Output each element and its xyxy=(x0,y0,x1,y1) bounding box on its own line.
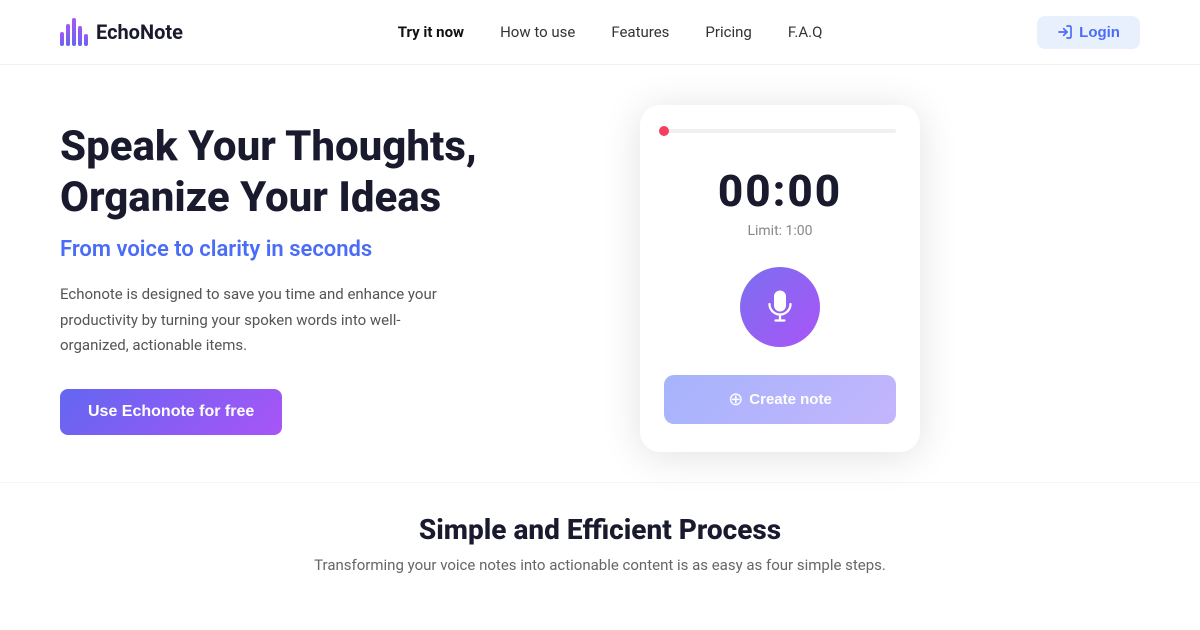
bottom-title: Simple and Efficient Process xyxy=(60,513,1140,546)
progress-bar-track xyxy=(664,129,896,133)
hero-section: Speak Your Thoughts, Organize Your Ideas… xyxy=(0,65,1200,482)
create-note-button[interactable]: ⊕ Create note xyxy=(664,375,896,424)
recorder-card: 00:00 Limit: 1:00 ⊕ Create note xyxy=(640,105,920,452)
login-label: Login xyxy=(1079,24,1120,41)
logo-text: EchoNote xyxy=(96,20,183,44)
logo-bar-4 xyxy=(78,26,82,46)
nav-pricing[interactable]: Pricing xyxy=(705,23,751,41)
timer-display: 00:00 xyxy=(718,165,842,217)
hero-subtitle: From voice to clarity in seconds xyxy=(60,237,580,262)
logo-bar-2 xyxy=(66,24,70,46)
nav-faq[interactable]: F.A.Q xyxy=(788,23,823,41)
create-note-plus-icon: ⊕ xyxy=(728,389,743,410)
timer-limit: Limit: 1:00 xyxy=(747,223,812,239)
logo-bar-1 xyxy=(60,32,64,46)
logo-bar-5 xyxy=(84,34,88,46)
nav-links: Try it now How to use Features Pricing F… xyxy=(398,23,823,41)
nav-features[interactable]: Features xyxy=(611,23,669,41)
hero-description: Echonote is designed to save you time an… xyxy=(60,282,460,359)
hero-title: Speak Your Thoughts, Organize Your Ideas xyxy=(60,122,580,223)
nav-how-to-use[interactable]: How to use xyxy=(500,23,575,41)
create-note-label: Create note xyxy=(749,391,832,408)
login-icon xyxy=(1057,24,1073,40)
bottom-section: Simple and Efficient Process Transformin… xyxy=(0,482,1200,584)
hero-left: Speak Your Thoughts, Organize Your Ideas… xyxy=(60,122,580,434)
nav-try-it-now[interactable]: Try it now xyxy=(398,23,464,41)
hero-right: 00:00 Limit: 1:00 ⊕ Create note xyxy=(640,105,920,452)
progress-bar-dot xyxy=(659,126,669,136)
logo-bar-3 xyxy=(72,18,76,46)
cta-button[interactable]: Use Echonote for free xyxy=(60,389,282,435)
bottom-description: Transforming your voice notes into actio… xyxy=(60,556,1140,574)
mic-button[interactable] xyxy=(740,267,820,347)
logo-icon xyxy=(60,18,88,46)
logo: EchoNote xyxy=(60,18,183,46)
login-button[interactable]: Login xyxy=(1037,16,1140,49)
navbar: EchoNote Try it now How to use Features … xyxy=(0,0,1200,65)
mic-icon xyxy=(762,289,798,325)
